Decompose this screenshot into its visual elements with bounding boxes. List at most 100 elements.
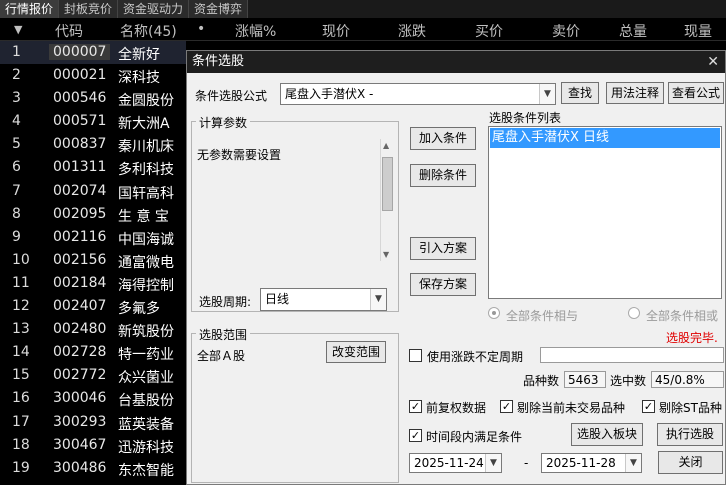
- date-from-value: 2025-11-24: [414, 456, 484, 470]
- add-condition-button[interactable]: 加入条件: [410, 127, 476, 150]
- forward-adjust-checkbox[interactable]: ✓: [409, 400, 422, 413]
- table-row[interactable]: 9 002116 中国海诚: [0, 226, 186, 249]
- row-name: 台基股份: [118, 393, 174, 410]
- scroll-down-icon[interactable]: ▼: [383, 250, 389, 259]
- tab-3[interactable]: 资金博弈: [189, 0, 249, 18]
- table-row[interactable]: 1 000007 全新好: [0, 41, 186, 65]
- formula-select[interactable]: 尾盘入手潜伏X - ▼: [280, 83, 556, 105]
- table-row[interactable]: 4 000571 新大洲A: [0, 110, 186, 133]
- uncertain-period-checkbox[interactable]: [409, 349, 422, 362]
- date-to-value: 2025-11-28: [546, 456, 616, 470]
- row-name: 新筑股份: [118, 324, 174, 341]
- row-code: 000571: [53, 113, 107, 130]
- row-name: 生 意 宝: [118, 208, 169, 225]
- table-row[interactable]: 7 002074 国轩高科: [0, 180, 186, 203]
- usage-notes-button[interactable]: 用法注释: [606, 82, 664, 104]
- delete-condition-button[interactable]: 删除条件: [410, 164, 476, 187]
- import-plan-button[interactable]: 引入方案: [410, 237, 476, 260]
- find-button[interactable]: 查找: [561, 82, 599, 104]
- row-idx: 19: [12, 459, 30, 476]
- exclude-st-label: 剔除ST品种: [659, 401, 722, 415]
- params-title: 计算参数: [196, 114, 251, 131]
- table-row[interactable]: 17 300293 蓝英装备: [0, 411, 186, 434]
- row-code: 002184: [53, 274, 107, 291]
- condition-list-title: 选股条件列表: [489, 111, 562, 125]
- table-row[interactable]: 6 001311 多利科技: [0, 156, 186, 179]
- sort-icon[interactable]: ▼: [14, 23, 22, 36]
- row-name: 众兴菌业: [118, 370, 174, 387]
- row-code: 002728: [53, 344, 107, 361]
- table-row[interactable]: 8 002095 生 意 宝: [0, 203, 186, 226]
- table-row[interactable]: 18 300467 迅游科技: [0, 434, 186, 457]
- col-current-volume[interactable]: 现量: [684, 21, 712, 41]
- dialog-titlebar: 条件选股 ✕: [187, 51, 725, 73]
- uncertain-period-label: 使用涨跌不定周期: [427, 350, 524, 364]
- tab-0[interactable]: 行情报价: [0, 0, 60, 18]
- formula-value: 尾盘入手潜伏X -: [285, 87, 374, 101]
- col-price[interactable]: 现价: [322, 21, 350, 41]
- table-row[interactable]: 10 002156 通富微电: [0, 249, 186, 272]
- date-from-picker[interactable]: 2025-11-24 ▼: [409, 453, 502, 473]
- date-to-picker[interactable]: 2025-11-28 ▼: [541, 453, 642, 473]
- table-row[interactable]: 13 002480 新筑股份: [0, 318, 186, 341]
- tab-2[interactable]: 资金驱动力: [118, 0, 190, 18]
- view-formula-button[interactable]: 查看公式: [668, 82, 724, 104]
- table-row[interactable]: 11 002184 海得控制: [0, 272, 186, 295]
- row-name: 秦川机床: [118, 139, 174, 156]
- table-row[interactable]: 5 000837 秦川机床: [0, 133, 186, 156]
- execute-button[interactable]: 执行选股: [657, 423, 723, 446]
- exclude-untraded-checkbox[interactable]: ✓: [500, 400, 513, 413]
- row-name: 全新好: [118, 47, 160, 63]
- selected-label: 选中数: [610, 374, 647, 388]
- row-name: 多氟多: [118, 301, 160, 318]
- row-code: 002074: [53, 182, 107, 199]
- radio-and-label: 全部条件相与: [506, 309, 579, 323]
- col-name[interactable]: 名称(45): [120, 21, 177, 41]
- row-name: 海得控制: [118, 277, 174, 294]
- row-name: 中国海诚: [118, 231, 174, 248]
- row-code: 000546: [53, 90, 107, 107]
- row-idx: 9: [12, 228, 21, 245]
- exclude-st-checkbox[interactable]: ✓: [642, 400, 655, 413]
- table-row[interactable]: 15 002772 众兴菌业: [0, 364, 186, 387]
- change-range-button[interactable]: 改变范围: [326, 341, 386, 363]
- col-change[interactable]: 涨跌: [398, 21, 426, 41]
- radio-or-label: 全部条件相或: [646, 309, 719, 323]
- scroll-up-icon[interactable]: ▲: [383, 141, 389, 150]
- chevron-down-icon[interactable]: ▼: [539, 84, 555, 104]
- scroll-thumb[interactable]: [382, 157, 393, 211]
- count-value: 5463: [564, 371, 606, 388]
- col-bid[interactable]: 买价: [475, 21, 503, 41]
- save-plan-button[interactable]: 保存方案: [410, 273, 476, 296]
- row-name: 东杰智能: [118, 462, 174, 479]
- uncertain-period-input[interactable]: [540, 347, 724, 363]
- chevron-down-icon[interactable]: ▼: [625, 454, 641, 472]
- exclude-untraded-label: 剔除当前未交易品种: [517, 401, 626, 415]
- table-row[interactable]: 19 300486 东杰智能: [0, 457, 186, 480]
- col-code[interactable]: 代码: [55, 21, 83, 41]
- radio-and[interactable]: [488, 307, 500, 319]
- row-code: 002156: [53, 251, 107, 268]
- table-row[interactable]: 2 000021 深科技: [0, 64, 186, 87]
- period-label: 选股周期:: [199, 295, 252, 309]
- period-satisfy-checkbox[interactable]: ✓: [409, 429, 422, 442]
- params-scrollbar[interactable]: ▲ ▼: [380, 139, 394, 261]
- condition-list[interactable]: 尾盘入手潜伏X 日线: [488, 126, 722, 299]
- col-change-pct[interactable]: 涨幅%: [235, 21, 276, 41]
- col-ask[interactable]: 卖价: [552, 21, 580, 41]
- close-button[interactable]: 关闭: [658, 451, 723, 474]
- table-row[interactable]: 16 300046 台基股份: [0, 387, 186, 410]
- period-select[interactable]: 日线 ▼: [260, 288, 387, 311]
- chevron-down-icon[interactable]: ▼: [485, 454, 501, 472]
- radio-or[interactable]: [628, 307, 640, 319]
- close-icon[interactable]: ✕: [707, 51, 719, 73]
- tab-1[interactable]: 封板竞价: [59, 0, 119, 18]
- col-volume[interactable]: 总量: [619, 21, 647, 41]
- table-row[interactable]: 3 000546 金圆股份: [0, 87, 186, 110]
- condition-list-item[interactable]: 尾盘入手潜伏X 日线: [490, 128, 720, 148]
- row-idx: 7: [12, 182, 21, 199]
- chevron-down-icon[interactable]: ▼: [370, 289, 386, 310]
- table-row[interactable]: 12 002407 多氟多: [0, 295, 186, 318]
- table-row[interactable]: 14 002728 特一药业: [0, 341, 186, 364]
- to-block-button[interactable]: 选股入板块: [571, 423, 643, 446]
